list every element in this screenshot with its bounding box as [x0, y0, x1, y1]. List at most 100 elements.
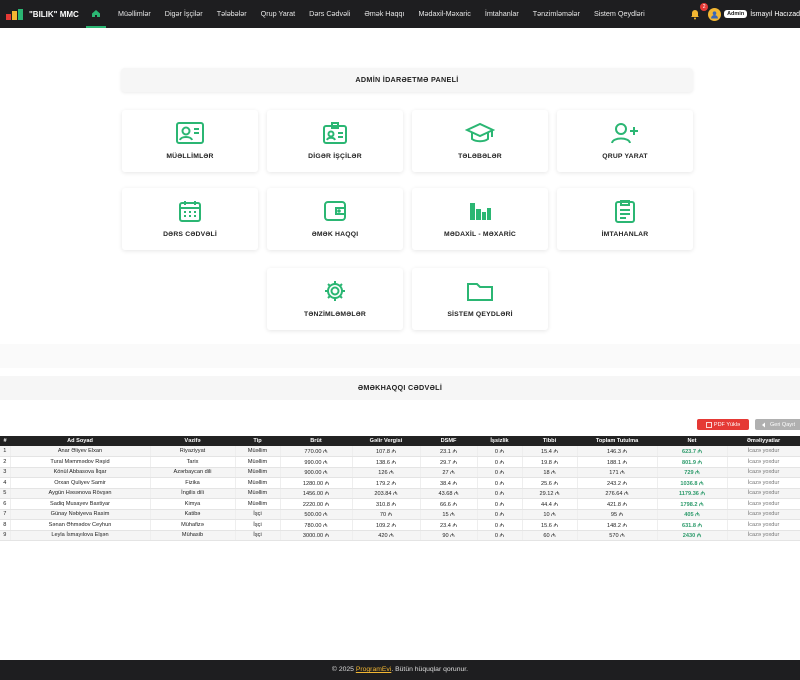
- card-students[interactable]: TƏLƏBƏLƏR: [412, 110, 548, 172]
- avatar[interactable]: [708, 7, 722, 21]
- table-row: 1 Anar Əliyev Elxan Riyaziyyat Müəllim 770.0…: [0, 446, 800, 457]
- card-label: ƏMƏK HAQQI: [311, 231, 359, 238]
- column-header: Vəzifə: [184, 438, 201, 444]
- id-badge-icon: [323, 122, 347, 144]
- graduation-cap-icon: [465, 122, 495, 143]
- card-schedule[interactable]: DƏRS CƏDVƏLİ: [122, 188, 258, 250]
- table-cell: 780.00 ₼: [280, 519, 353, 531]
- table-cell: 179.2 ₼: [352, 477, 421, 489]
- actions-cell: İcazə yoxdur: [727, 509, 800, 520]
- nav-link-finance[interactable]: Mədaxil-Məxaric: [412, 0, 478, 28]
- table-cell: 7: [0, 509, 11, 520]
- footer-rights: . Bütün hüquqlar qorunur.: [391, 666, 469, 673]
- net-amount: 631.8 ₼: [657, 519, 728, 531]
- card-staff[interactable]: DİGƏR İŞÇİLƏR: [267, 110, 403, 172]
- nav-link-settings[interactable]: Tənzimləmələr: [526, 0, 587, 28]
- card-system-logs[interactable]: SİSTEM QEYDLƏRİ: [412, 268, 548, 330]
- table-cell: 8: [0, 519, 11, 531]
- table-cell: Müəllim: [235, 467, 281, 478]
- table-cell: Fizika: [150, 477, 236, 489]
- table-cell: Müəllim: [235, 498, 281, 510]
- nav-link-schedule[interactable]: Dərs Cədvəli: [302, 0, 357, 28]
- table-cell: Azərbaycan dili: [150, 467, 236, 478]
- brand[interactable]: "BILIK" MMC: [0, 0, 86, 28]
- card-salary[interactable]: ƏMƏK HAQQI: [267, 188, 403, 250]
- table-cell: İşçi: [235, 530, 281, 541]
- nav-link-staff[interactable]: Digər İşçilər: [158, 0, 210, 28]
- table-cell: 90 ₼: [420, 530, 478, 541]
- nav-link-salary[interactable]: Əmək Haqqı: [357, 0, 411, 28]
- salary-table: # Ad Soyad Vəzifə Tip Brüt Gəlir Vergisi DSMF İ…: [0, 436, 800, 541]
- pdf-icon: [706, 421, 712, 428]
- table-cell: 171 ₼: [577, 467, 658, 478]
- net-amount: 729 ₼: [657, 467, 728, 478]
- table-cell: 188.1 ₼: [577, 456, 658, 468]
- teacher-icon: [176, 122, 204, 144]
- notification-bell[interactable]: 2: [690, 3, 709, 21]
- top-navbar: "BILIK" MMC Müəllimlər Digər İşçilər Təl…: [0, 0, 800, 28]
- card-settings[interactable]: TƏNZİMLƏMƏLƏR: [267, 268, 403, 330]
- table-cell: 276.64 ₼: [577, 488, 658, 499]
- table-cell: 138.6 ₼: [352, 456, 421, 468]
- table-cell: 38.4 ₼: [420, 477, 478, 489]
- folder-icon: [467, 283, 493, 301]
- table-cell: 95 ₼: [577, 509, 658, 520]
- column-header: İşsizlik: [490, 438, 509, 444]
- nav-link-students[interactable]: Tələbələr: [210, 0, 254, 28]
- table-cell: 70 ₼: [352, 509, 421, 520]
- table-row: 9 Leyla İsmayılova Elşən Mühasib İşçi 3000.0…: [0, 530, 800, 541]
- user-plus-icon: [611, 123, 638, 144]
- calendar-icon: [179, 201, 201, 222]
- card-finance[interactable]: MƏDAXİL - MƏXARİC: [412, 188, 548, 250]
- table-cell: Anar Əliyev Elxan: [10, 446, 151, 457]
- card-create-group[interactable]: QRUP YARAT: [557, 110, 693, 172]
- nav-link-teachers[interactable]: Müəllimlər: [111, 0, 158, 28]
- table-cell: 107.8 ₼: [352, 446, 421, 457]
- card-label: İMTAHANLAR: [601, 231, 649, 238]
- table-cell: 0 ₼: [477, 446, 523, 457]
- table-cell: 421.8 ₼: [577, 498, 658, 510]
- column-header: Əməliyyatlar: [746, 438, 781, 444]
- table-cell: Riyaziyyat: [150, 446, 236, 457]
- table-cell: 27 ₼: [420, 467, 478, 478]
- table-cell: 5: [0, 488, 11, 499]
- column-header: DSMF: [440, 438, 457, 444]
- table-cell: 19.8 ₼: [522, 456, 578, 468]
- table-cell: 900.00 ₼: [280, 467, 353, 478]
- notification-count: 2: [700, 3, 709, 11]
- nav-link-system-logs[interactable]: Sistem Qeydləri: [587, 0, 652, 28]
- table-cell: 310.8 ₼: [352, 498, 421, 510]
- table-cell: 23.4 ₼: [420, 519, 478, 531]
- back-button[interactable]: Geri Qayıt: [755, 419, 800, 430]
- card-teachers[interactable]: MÜƏLLİMLƏR: [122, 110, 258, 172]
- table-cell: 15.6 ₼: [522, 519, 578, 531]
- card-exams[interactable]: İMTAHANLAR: [557, 188, 693, 250]
- table-row: 2 Tural Məmmədov Rəşid Tarix Müəllim 990.00 …: [0, 456, 800, 468]
- nav-link-exams[interactable]: İmtahanlar: [478, 0, 526, 28]
- net-amount: 1036.8 ₼: [657, 477, 728, 489]
- column-header: Brüt: [310, 438, 322, 444]
- table-cell: Sənan Əhmədov Ceyhun: [10, 519, 151, 531]
- back-label: Geri Qayıt: [770, 421, 796, 428]
- table-cell: 243.2 ₼: [577, 477, 658, 489]
- nav-link-create-group[interactable]: Qrup Yarat: [254, 0, 303, 28]
- table-cell: Katibə: [150, 509, 236, 520]
- column-header: Tip: [253, 438, 262, 444]
- nav-home[interactable]: [86, 0, 106, 28]
- bell-icon: [691, 10, 700, 20]
- brand-name: "BILIK" MMC: [29, 9, 79, 19]
- logo-icon: [6, 8, 24, 20]
- table-cell: 0 ₼: [477, 456, 523, 468]
- table-cell: 1: [0, 446, 11, 457]
- arrow-left-icon: [762, 422, 765, 427]
- table-cell: Tural Məmmədov Rəşid: [10, 456, 151, 468]
- table-body: 1 Anar Əliyev Elxan Riyaziyyat Müəllim 770.0…: [0, 446, 800, 541]
- table-cell: 3: [0, 467, 11, 478]
- pdf-download-button[interactable]: PDF Yüklə: [697, 419, 749, 430]
- table-cell: 770.00 ₼: [280, 446, 353, 457]
- user-name[interactable]: İsmayıl Hacızad: [750, 11, 800, 18]
- footer-link[interactable]: ProgramEvi: [356, 666, 392, 673]
- actions-cell: İcazə yoxdur: [727, 446, 800, 457]
- column-header: Toplam Tutulma: [595, 438, 639, 444]
- table-cell: 420 ₼: [352, 530, 421, 541]
